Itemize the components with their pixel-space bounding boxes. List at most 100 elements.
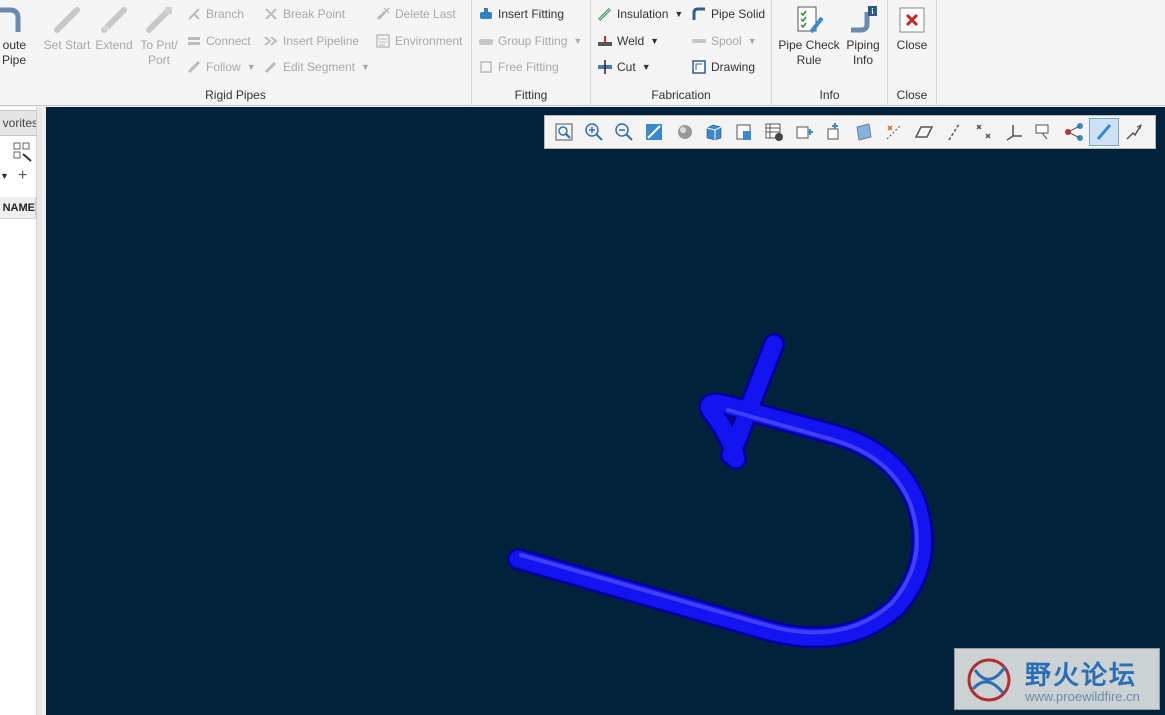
repaint-button[interactable]	[639, 118, 669, 146]
drawing-button[interactable]: Drawing	[691, 57, 755, 77]
cut-button[interactable]: Cut ▼	[597, 57, 651, 77]
watermark-logo-icon	[967, 658, 1011, 702]
pipe-centerline-button[interactable]	[1119, 118, 1149, 146]
tree-settings-icon[interactable]	[12, 141, 34, 163]
display-style-icon	[678, 125, 692, 139]
free-fitting-button[interactable]: Free Fitting	[478, 57, 559, 77]
group-info: Pipe Check Rule i Piping Info Info	[772, 0, 888, 106]
pipe-display-icon	[1096, 124, 1112, 140]
set-start-button[interactable]: Set Start	[42, 4, 92, 53]
refit-button[interactable]	[549, 118, 579, 146]
follow-button[interactable]: Follow ▼	[186, 57, 256, 77]
insert-fitting-button[interactable]: Insert Fitting	[478, 4, 564, 24]
pipe-check-rule-icon	[797, 6, 824, 34]
group-fitting-label: Group Fitting	[498, 34, 568, 48]
annotation-display-icon	[1035, 124, 1049, 140]
axes-display-icon	[948, 123, 960, 141]
watermark: 野火论坛 www.proewildfire.cn	[954, 648, 1160, 710]
break-point-label: Break Point	[283, 7, 346, 21]
section-button[interactable]	[789, 118, 819, 146]
edit-segment-icon	[264, 61, 277, 74]
to-pnt-port-label: To Pnt/ Port	[140, 38, 178, 67]
drawing-label: Drawing	[711, 60, 756, 74]
spool-button[interactable]: Spool ▼	[691, 31, 757, 51]
environment-label: Environment	[395, 34, 463, 48]
group-fitting-button[interactable]: Group Fitting ▼	[478, 31, 582, 51]
view-toolbar	[544, 115, 1156, 149]
pipe-centerline-icon	[1126, 124, 1142, 140]
break-point-icon	[265, 8, 277, 20]
edit-segment-button[interactable]: Edit Segment ▼	[263, 57, 370, 77]
planes-display-icon	[914, 126, 934, 138]
add-column-icon[interactable]: +	[18, 167, 27, 185]
piping-info-label: Piping Info	[846, 38, 880, 67]
csys-display-button[interactable]	[999, 118, 1029, 146]
spin-center-button[interactable]	[1059, 118, 1089, 146]
view-manager-button[interactable]	[729, 118, 759, 146]
fitting-group-label: Fitting	[514, 88, 548, 102]
pipe-model[interactable]	[46, 107, 1165, 715]
set-start-label: Set Start	[43, 38, 91, 52]
insert-fitting-icon	[480, 8, 492, 19]
pipe-solid-label: Pipe Solid	[711, 7, 766, 21]
follow-dropdown-icon[interactable]: ▼	[247, 62, 256, 72]
zoom-in-icon	[585, 123, 603, 141]
perspective-button[interactable]	[849, 118, 879, 146]
view-manager-icon	[736, 124, 751, 140]
datum-display-icon	[886, 124, 902, 140]
weld-label: Weld	[617, 34, 645, 48]
annotation-display-button[interactable]	[1029, 118, 1059, 146]
extend-button[interactable]: Extend	[94, 4, 134, 53]
spool-dropdown-icon[interactable]: ▼	[748, 36, 757, 46]
pipe-check-rule-button[interactable]: Pipe Check Rule	[776, 4, 842, 68]
appearance-button[interactable]	[819, 118, 849, 146]
free-fitting-icon	[480, 61, 492, 73]
spool-label: Spool	[711, 34, 742, 48]
edit-segment-dropdown-icon[interactable]: ▼	[361, 62, 370, 72]
insert-pipeline-button[interactable]: Insert Pipeline	[263, 31, 359, 51]
points-display-button[interactable]	[969, 118, 999, 146]
environment-button[interactable]: Environment	[375, 31, 462, 51]
weld-dropdown-icon[interactable]: ▼	[650, 36, 659, 46]
insulation-button[interactable]: Insulation ▼	[597, 4, 683, 24]
break-point-button[interactable]: Break Point	[263, 4, 345, 24]
planes-display-button[interactable]	[909, 118, 939, 146]
group-close: Close Close	[888, 0, 937, 106]
zoom-in-button[interactable]	[579, 118, 609, 146]
cut-dropdown-icon[interactable]: ▼	[642, 62, 651, 72]
zoom-out-icon	[615, 123, 633, 141]
csys-display-icon	[1006, 125, 1022, 141]
group-rigid-pipes: oute Pipe Set Start Extend To Pnt/ Port …	[0, 0, 472, 106]
datum-display-button[interactable]	[879, 118, 909, 146]
branch-button[interactable]: Branch	[186, 4, 244, 24]
graphics-viewport[interactable]: 野火论坛 www.proewildfire.cn	[46, 107, 1165, 715]
spin-center-icon	[1065, 123, 1083, 141]
zoom-out-button[interactable]	[609, 118, 639, 146]
group-fitting-dropdown-icon[interactable]: ▼	[573, 36, 582, 46]
panel-splitter[interactable]	[36, 107, 42, 715]
tree-dropdown-icon[interactable]: ▼	[0, 171, 9, 181]
connect-button[interactable]: Connect	[186, 31, 251, 51]
saved-orientations-button[interactable]	[699, 118, 729, 146]
pipe-display-button[interactable]	[1089, 118, 1119, 146]
name-column-header[interactable]: NAME	[0, 197, 36, 219]
insulation-dropdown-icon[interactable]: ▼	[674, 9, 683, 19]
insert-pipeline-label: Insert Pipeline	[283, 34, 360, 48]
layers-button[interactable]	[759, 118, 789, 146]
delete-last-button[interactable]: Delete Last	[375, 4, 456, 24]
layers-icon	[765, 123, 783, 141]
close-icon	[899, 7, 925, 33]
to-pnt-port-button[interactable]: To Pnt/ Port	[136, 4, 182, 68]
pipe-solid-button[interactable]: Pipe Solid	[691, 4, 765, 24]
close-button[interactable]: Close	[892, 4, 932, 53]
ribbon: oute Pipe Set Start Extend To Pnt/ Port …	[0, 0, 1165, 106]
watermark-chinese-text: 野火论坛	[1025, 661, 1138, 691]
axes-display-button[interactable]	[939, 118, 969, 146]
weld-button[interactable]: Weld ▼	[597, 31, 659, 51]
environment-icon	[376, 34, 390, 48]
piping-info-button[interactable]: i Piping Info	[842, 4, 884, 68]
info-group-label: Info	[819, 88, 840, 102]
display-style-button[interactable]	[669, 118, 699, 146]
to-pnt-port-icon	[146, 7, 172, 33]
route-pipe-button[interactable]: oute Pipe	[0, 4, 26, 68]
